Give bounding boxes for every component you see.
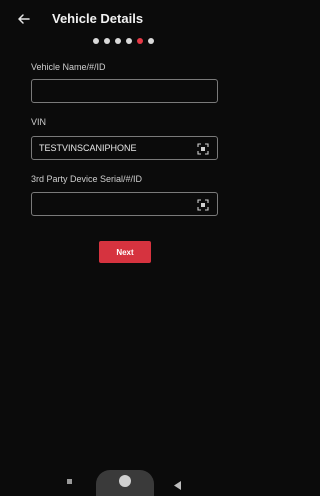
page-title: Vehicle Details <box>52 11 144 26</box>
home-icon[interactable] <box>119 475 131 487</box>
arrow-left-icon[interactable] <box>16 11 32 27</box>
step-dot <box>104 38 110 44</box>
recent-apps-icon[interactable] <box>67 479 72 484</box>
next-button[interactable]: Next <box>99 241 151 263</box>
barcode-scan-icon[interactable] <box>197 142 209 155</box>
step-dot <box>93 38 99 44</box>
device-serial-input[interactable] <box>31 192 218 216</box>
header: Vehicle Details <box>0 0 240 52</box>
step-indicator <box>93 38 154 46</box>
system-nav-bar <box>0 470 240 496</box>
vin-label: VIN <box>31 117 47 127</box>
vin-input[interactable]: TESTVINSCANIPHONE <box>31 136 218 160</box>
vin-value: TESTVINSCANIPHONE <box>39 143 137 153</box>
back-icon[interactable] <box>174 477 182 490</box>
step-dot <box>148 38 154 44</box>
vehicle-name-input[interactable] <box>31 79 218 103</box>
device-serial-label: 3rd Party Device Serial/#/ID <box>31 174 143 184</box>
barcode-scan-icon[interactable] <box>197 198 209 211</box>
vehicle-name-label: Vehicle Name/#/ID <box>31 62 106 72</box>
step-dot <box>126 38 132 44</box>
step-dot-active <box>137 38 143 44</box>
step-dot <box>115 38 121 44</box>
